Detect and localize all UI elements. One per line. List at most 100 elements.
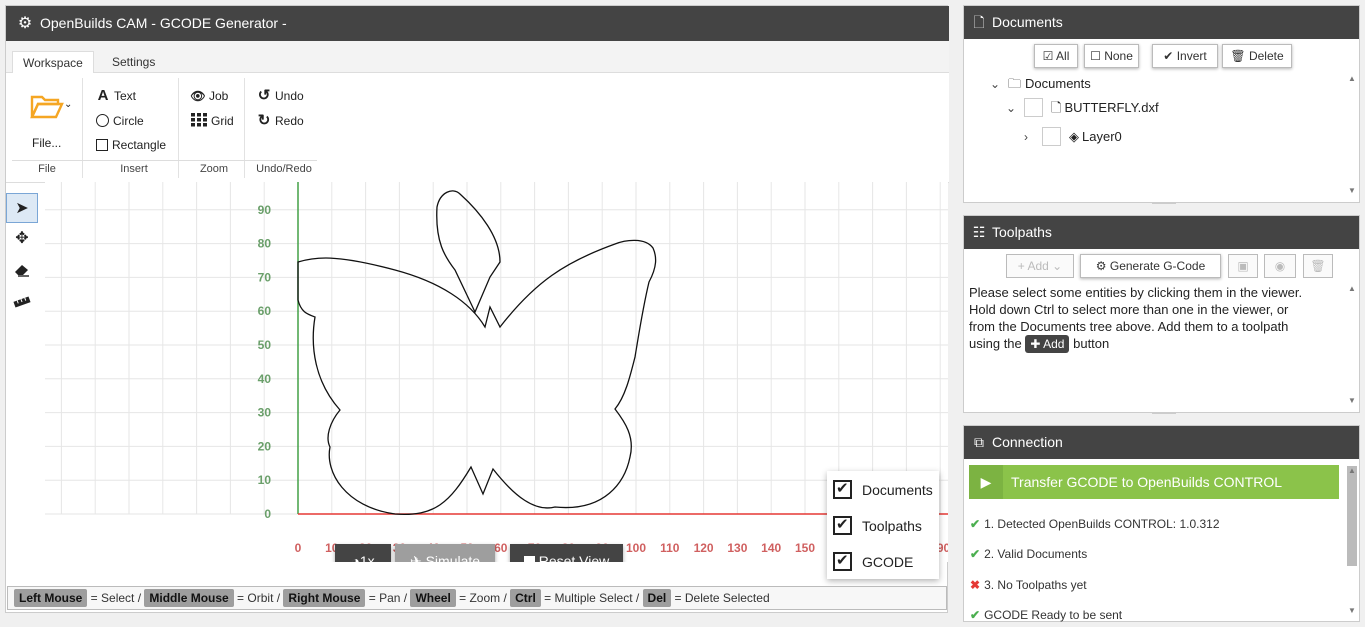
tree-checkbox[interactable] (1024, 98, 1043, 117)
add-toolpath-button[interactable]: + Add ⌄ (1006, 254, 1074, 278)
delete-toolpaths-button[interactable]: 🗑 (1303, 254, 1333, 278)
checkbox-checked-icon (833, 479, 852, 499)
redo-icon: ↻ (257, 112, 271, 129)
visibility-panel: Documents Toolpaths GCODE (827, 471, 939, 579)
grid-icon (191, 113, 207, 127)
plane-icon: ✈ (409, 553, 426, 562)
layers-icon: ◈ (1069, 129, 1079, 144)
check-icon: ✔ (970, 547, 981, 561)
undo-icon: ↺ (257, 87, 271, 104)
scrollbar-thumb[interactable] (1347, 466, 1357, 566)
file-menu-button[interactable]: ⌄ File... (28, 85, 78, 150)
select-tool-button[interactable]: ➤ (6, 193, 38, 223)
insert-rectangle-button[interactable]: Rectangle (94, 136, 166, 154)
group-divider (244, 78, 245, 178)
documents-panel: 🗋 Documents ☑ All ☐ None ✔ Invert 🗑 Dele… (963, 5, 1360, 204)
chevron-right-icon: › (1024, 130, 1028, 144)
chevron-down-icon: ⌄ (990, 77, 1001, 91)
connection-check-4: ✔ GCODE Ready to be sent (970, 608, 1123, 622)
group-divider (82, 78, 83, 178)
generate-gcode-button[interactable]: ⚙ Generate G-Code (1080, 254, 1221, 278)
eraser-icon (15, 265, 29, 277)
toggle-toolpaths[interactable]: Toolpaths (833, 515, 922, 536)
key-hint: Middle Mouse (144, 589, 234, 607)
tab-workspace[interactable]: Workspace (12, 51, 94, 74)
x-tick-label: 150 (795, 541, 815, 555)
tree-root-documents[interactable]: ⌄ 🗀 Documents (990, 74, 1091, 94)
delete-documents-button[interactable]: 🗑 Delete (1222, 44, 1292, 68)
check-icon: ✔ (970, 517, 981, 531)
file-label: File... (32, 136, 62, 150)
group-label-insert: Insert (120, 163, 148, 175)
x-tick-label: 60 (494, 541, 508, 555)
save-icon: ▣ (1237, 259, 1249, 273)
key-hint: Wheel (410, 589, 456, 607)
scroll-up-icon[interactable]: ▲ (1347, 284, 1357, 293)
invert-selection-button[interactable]: ✔ Invert (1152, 44, 1218, 68)
x-tick-label: 120 (694, 541, 714, 555)
tab-settings[interactable]: Settings (102, 51, 165, 74)
3d-viewer[interactable]: 9080706050403020100 01020304050607080901… (45, 182, 948, 562)
tree-checkbox[interactable] (1042, 127, 1061, 146)
zoom-job-button[interactable]: 👁 Job (189, 87, 228, 105)
scroll-up-icon[interactable]: ▲ (1347, 466, 1357, 475)
gear-icon[interactable]: ⚙ (16, 6, 34, 41)
y-tick-label: 50 (258, 338, 272, 352)
text-icon: A (97, 87, 109, 104)
tree-file-butterfly[interactable]: ⌄ 🗋 BUTTERFLY.dxf (1006, 98, 1159, 118)
preview-toolpaths-button[interactable]: ◉ (1264, 254, 1296, 278)
scroll-down-icon[interactable]: ▼ (1347, 606, 1357, 615)
y-tick-label: 70 (258, 270, 272, 284)
chevron-down-icon: ⌄ (1052, 259, 1063, 273)
scroll-down-icon[interactable]: ▼ (1347, 396, 1357, 405)
x-tick-label: 140 (761, 541, 781, 555)
viewer-canvas[interactable]: 9080706050403020100 01020304050607080901… (45, 182, 948, 562)
ribbon-divider (12, 160, 317, 161)
x-tick-label: 130 (727, 541, 747, 555)
undo-button[interactable]: ↺ Undo (255, 87, 304, 105)
resize-handle[interactable] (1152, 202, 1176, 204)
connection-panel: ⧉ Connection ▶ Transfer GCODE to OpenBuil… (963, 425, 1360, 622)
key-hint-text: = Pan / (365, 591, 411, 605)
transfer-gcode-button[interactable]: ▶ Transfer GCODE to OpenBuilds CONTROL (969, 465, 1339, 499)
toggle-documents[interactable]: Documents (833, 479, 933, 500)
group-label-zoom: Zoom (199, 163, 229, 175)
move-tool-button[interactable]: ✥ (6, 224, 38, 254)
chevron-down-icon: ⌄ (1006, 101, 1017, 115)
y-tick-label: 40 (258, 372, 272, 386)
x-tick-label: 100 (626, 541, 646, 555)
insert-text-button[interactable]: A Text (94, 87, 136, 105)
select-all-button[interactable]: ☑ All (1034, 44, 1078, 68)
scroll-up-icon[interactable]: ▲ (1347, 74, 1357, 83)
tree-layer-0[interactable]: › ◈ Layer0 (1024, 127, 1122, 147)
simulate-button[interactable]: ✈ Simulate (395, 544, 495, 562)
simulation-speed-button[interactable]: ◔1x (335, 544, 391, 562)
save-toolpaths-button[interactable]: ▣ (1228, 254, 1258, 278)
empty-box-icon: ☐ (1090, 49, 1101, 63)
zoom-grid-button[interactable]: Grid (189, 112, 234, 130)
toggle-gcode[interactable]: GCODE (833, 551, 913, 572)
rectangle-icon (96, 139, 108, 151)
reset-view-button[interactable]: Reset View (510, 544, 623, 562)
y-tick-label: 30 (258, 406, 272, 420)
redo-button[interactable]: ↻ Redo (255, 112, 304, 130)
resize-handle[interactable] (1152, 412, 1176, 414)
toolpaths-help-text: Please select some entities by clicking … (969, 285, 1303, 353)
key-hint-text: = Delete Selected (671, 591, 770, 605)
scroll-down-icon[interactable]: ▼ (1347, 186, 1357, 195)
trash-icon: 🗑 (1230, 49, 1246, 63)
eraser-tool-button[interactable] (6, 256, 38, 286)
insert-circle-button[interactable]: Circle (94, 112, 144, 130)
connection-header: ⧉ Connection (964, 426, 1359, 459)
documents-header: 🗋 Documents (964, 6, 1359, 39)
group-divider (178, 78, 179, 178)
group-label-file: File (38, 163, 56, 175)
key-hint-text: = Multiple Select / (540, 591, 643, 605)
circle-icon (96, 114, 109, 127)
measure-tool-button[interactable] (6, 288, 38, 318)
select-none-button[interactable]: ☐ None (1084, 44, 1139, 68)
y-tick-label: 0 (264, 507, 271, 521)
cubes-icon: ⚙ (1095, 259, 1107, 273)
connection-check-3: ✖ 3. No Toolpaths yet (970, 578, 1087, 592)
file-icon: 🗋 (1051, 100, 1062, 115)
